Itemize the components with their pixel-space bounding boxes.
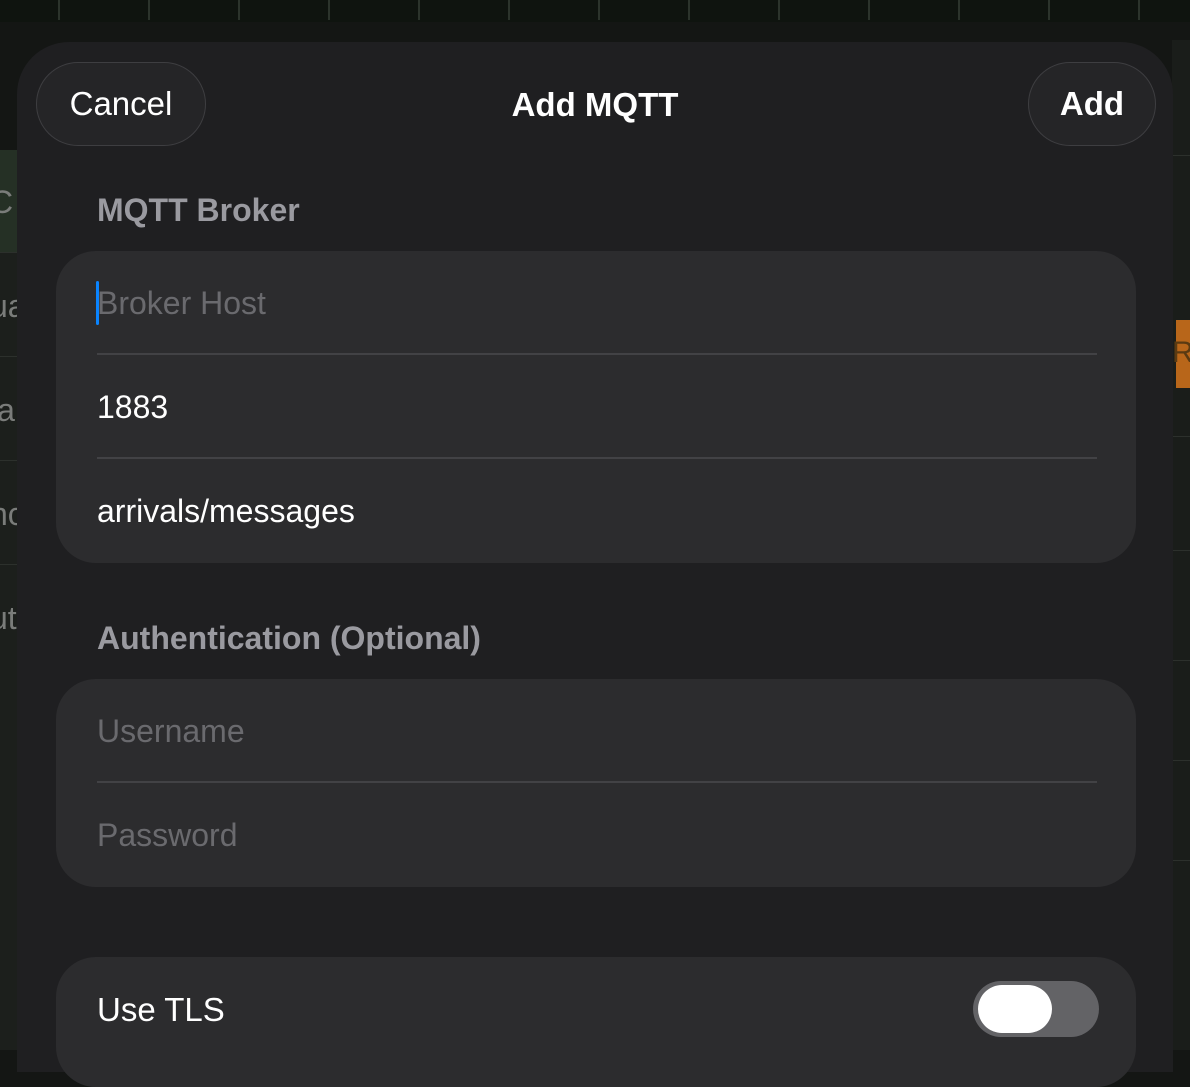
broker-topic-input[interactable] xyxy=(97,492,1097,530)
password-input[interactable] xyxy=(97,816,1097,854)
background-sidebar-text: ut xyxy=(0,600,17,636)
add-mqtt-sheet: Cancel Add MQTT Add MQTT Broker Authenti… xyxy=(17,42,1173,1087)
background-tick xyxy=(58,0,60,20)
background-divider xyxy=(1172,550,1190,551)
background-tick xyxy=(238,0,240,20)
tls-card: Use TLS xyxy=(56,957,1136,1087)
background-tick xyxy=(148,0,150,20)
broker-port-row xyxy=(97,355,1097,459)
toggle-knob xyxy=(978,985,1052,1033)
background-sidebar-text: C xyxy=(0,184,14,220)
authentication-header: Authentication (Optional) xyxy=(97,620,481,656)
mqtt-broker-header: MQTT Broker xyxy=(97,192,300,228)
background-toolbar xyxy=(0,0,1190,22)
authentication-card xyxy=(56,679,1136,887)
sheet-title: Add MQTT xyxy=(511,86,679,123)
background-tick xyxy=(778,0,780,20)
background-tick xyxy=(958,0,960,20)
background-tick xyxy=(868,0,870,20)
background-tick xyxy=(688,0,690,20)
username-row xyxy=(97,679,1097,783)
background-divider xyxy=(1172,155,1190,156)
background-divider xyxy=(1172,660,1190,661)
background-sidebar-text: la xyxy=(0,392,15,428)
background-tick xyxy=(598,0,600,20)
broker-host-input[interactable] xyxy=(97,284,1097,322)
background-tick xyxy=(328,0,330,20)
broker-topic-row xyxy=(97,459,1097,563)
password-row xyxy=(97,783,1097,887)
broker-host-row xyxy=(97,251,1097,355)
use-tls-toggle[interactable] xyxy=(973,981,1099,1037)
background-badge-text: Ri xyxy=(1172,336,1190,369)
background-tick xyxy=(1138,0,1140,20)
background-tick xyxy=(508,0,510,20)
background-tick xyxy=(418,0,420,20)
background-divider xyxy=(1172,436,1190,437)
broker-port-input[interactable] xyxy=(97,388,1097,426)
background-divider xyxy=(1172,760,1190,761)
background-right-panel xyxy=(1172,40,1190,1050)
use-tls-label: Use TLS xyxy=(97,991,225,1028)
broker-settings-card xyxy=(56,251,1136,563)
background-divider xyxy=(1172,860,1190,861)
background-tick xyxy=(1048,0,1050,20)
username-input[interactable] xyxy=(97,712,1097,750)
add-button[interactable]: Add xyxy=(1028,62,1156,146)
